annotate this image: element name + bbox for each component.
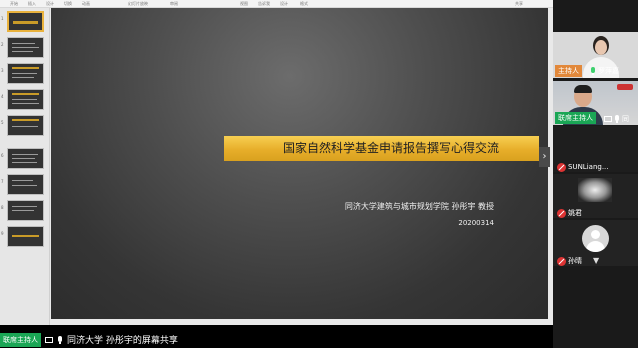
- participant-tile[interactable]: 联席主持人 同: [553, 81, 638, 125]
- participant-name: 同: [622, 115, 629, 123]
- slide-number: 3: [1, 68, 4, 73]
- participant-name: SUNLiang...: [568, 163, 609, 171]
- screen-share-icon: [45, 336, 53, 343]
- slide-number: 4: [1, 94, 4, 99]
- slide-canvas: 国家自然科学基金申请报告撰写心得交流 › 同济大学建筑与城市规划学院 孙彤宇 教…: [51, 8, 553, 325]
- screen-share-bar: 联席主持人 同济大学 孙彤宇的屏幕共享: [0, 331, 553, 348]
- participant-name-row: 罗萍嘉: [590, 66, 619, 76]
- slide-number: 8: [1, 205, 4, 210]
- participant-name-row: 同: [604, 114, 629, 124]
- ribbon-tab[interactable]: 切换: [64, 0, 72, 8]
- muted-microphone-icon: [557, 256, 566, 266]
- slide-thumbnail[interactable]: [7, 63, 44, 84]
- slide-number: 5: [1, 120, 4, 125]
- meeting-window: 开始 插入 设计 切换 动画 幻灯片放映 审阅 视图 告诉我 设计 格式 共享 …: [0, 0, 638, 348]
- screen-share-label: 同济大学 孙彤宇的屏幕共享: [67, 336, 178, 346]
- ribbon-tab[interactable]: 视图: [240, 0, 248, 8]
- slide-number: 7: [1, 179, 4, 184]
- participant-name-row: 姚君: [557, 208, 582, 218]
- slide-title-banner: 国家自然科学基金申请报告撰写心得交流: [224, 136, 539, 161]
- slide-number: 9: [1, 231, 4, 236]
- slide-date: 20200314: [458, 219, 494, 227]
- slide-thumbnail[interactable]: [7, 174, 44, 195]
- slide-thumbnail[interactable]: [7, 11, 44, 32]
- ribbon-tab[interactable]: 审阅: [170, 0, 178, 8]
- default-avatar-icon: [582, 225, 609, 252]
- next-slide-arrow-icon[interactable]: ›: [539, 147, 550, 167]
- ribbon-tabs: 开始 插入 设计 切换 动画 幻灯片放映 审阅 视图 告诉我 设计 格式 共享: [0, 0, 553, 8]
- current-slide: 国家自然科学基金申请报告撰写心得交流 › 同济大学建筑与城市规划学院 孙彤宇 教…: [51, 8, 550, 319]
- participant-name-row: SUNLiang...: [557, 162, 609, 172]
- slide-thumbnail[interactable]: [7, 89, 44, 110]
- slide-thumbnail[interactable]: [7, 115, 44, 136]
- slide-number: 2: [1, 42, 4, 47]
- slide-title: 国家自然科学基金申请报告撰写心得交流: [282, 141, 499, 155]
- cohost-badge: 联席主持人: [0, 332, 41, 347]
- slide-thumbnail[interactable]: [7, 37, 44, 58]
- ribbon-tab[interactable]: 共享: [515, 0, 523, 8]
- ribbon-tab[interactable]: 设计: [46, 0, 54, 8]
- ribbon-tab[interactable]: 设计: [280, 0, 288, 8]
- participant-tile[interactable]: 姚君: [553, 174, 638, 218]
- chevron-down-icon[interactable]: ▼: [593, 256, 599, 265]
- microphone-icon: [57, 335, 63, 344]
- muted-microphone-icon: [557, 162, 566, 172]
- slide-thumbnail-panel: 1 2 3 4 5 6 7 8 9: [0, 8, 50, 325]
- participant-name: 罗萍嘉: [598, 67, 619, 75]
- participant-video: [578, 178, 612, 202]
- participant-name: 姚君: [568, 209, 582, 217]
- microphone-icon: [590, 67, 596, 75]
- screen-share-icon: [604, 116, 612, 122]
- microphone-icon: [614, 115, 620, 123]
- participant-tile[interactable]: 主持人 罗萍嘉: [553, 32, 638, 78]
- muted-microphone-icon: [557, 208, 566, 218]
- slide-thumbnail[interactable]: [7, 226, 44, 247]
- ribbon-tab[interactable]: 告诉我: [258, 0, 270, 8]
- participant-name: 孙晴: [568, 257, 582, 265]
- ribbon-tab[interactable]: 开始: [10, 0, 18, 8]
- cohost-badge: 联席主持人: [555, 112, 596, 124]
- ribbon-tab[interactable]: 格式: [300, 0, 308, 8]
- slide-author: 同济大学建筑与城市规划学院 孙彤宇 教授: [344, 202, 494, 211]
- shared-screen: 开始 插入 设计 切换 动画 幻灯片放映 审阅 视图 告诉我 设计 格式 共享 …: [0, 0, 553, 325]
- slide-number: 1: [1, 16, 4, 21]
- participant-name-row: 孙晴: [557, 256, 582, 266]
- ribbon-tab[interactable]: 插入: [28, 0, 36, 8]
- slide-number: 6: [1, 153, 4, 158]
- ribbon-tab[interactable]: 幻灯片放映: [128, 0, 148, 8]
- ribbon-tab[interactable]: 动画: [82, 0, 90, 8]
- participant-strip: 主持人 罗萍嘉 联席主持人 同 SUNLiang... 姚君 孙晴 ▼: [553, 0, 638, 348]
- participant-tile[interactable]: SUNLiang...: [553, 126, 638, 172]
- host-badge: 主持人: [555, 65, 582, 77]
- slide-thumbnail[interactable]: [7, 200, 44, 221]
- slide-thumbnail[interactable]: [7, 148, 44, 169]
